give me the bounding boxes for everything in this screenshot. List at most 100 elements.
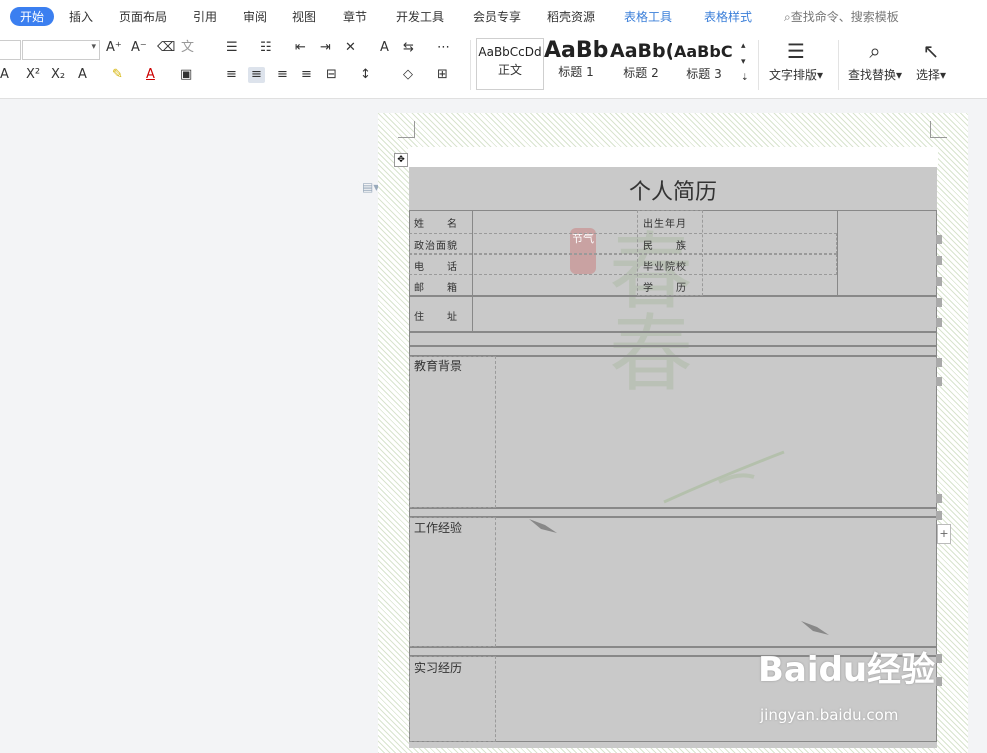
highlight-icon[interactable]: ✎ (112, 67, 123, 83)
section-title-work: 工作经验 (414, 521, 463, 535)
label-email: 邮 箱 (414, 283, 458, 294)
chinese-layout-icon[interactable]: ✕ (345, 40, 356, 56)
find-replace-button[interactable]: ⌕ 查找替换▾ (848, 36, 902, 83)
bullet-list-icon[interactable]: ☰ (226, 40, 238, 56)
char-border-icon[interactable]: ▣ (180, 67, 192, 83)
page-corner-mark (398, 121, 415, 138)
label-birth: 出生年月 (643, 219, 687, 230)
label-school: 毕业院校 (643, 262, 687, 273)
row-marker (936, 256, 942, 265)
section-label-cell (409, 517, 496, 647)
row-marker (936, 358, 942, 367)
shading-icon[interactable]: ◇ (403, 67, 413, 83)
label-address: 住 址 (414, 312, 458, 323)
text-outline-icon[interactable]: A (78, 67, 87, 83)
font-size-select[interactable]: ▾ (22, 40, 100, 60)
magnifier-icon: ⌕ (869, 39, 881, 63)
row-marker (936, 318, 942, 327)
label-phone: 电 话 (414, 262, 458, 273)
tab-review[interactable]: 审阅 (243, 8, 267, 25)
divider (758, 40, 759, 90)
table-move-handle-icon[interactable]: ✥ (394, 153, 408, 167)
style-heading-3[interactable]: AaBbC( 标题 3 (674, 38, 734, 88)
subscript-icon[interactable]: X₂ (51, 67, 65, 83)
align-left-icon[interactable]: ≡ (226, 67, 237, 83)
style-sample: AaBbC( (674, 42, 734, 61)
text-layout-button[interactable]: ☰ 文字排版▾ (769, 36, 823, 83)
label-name: 姓 名 (414, 219, 458, 230)
style-scroll-icon[interactable]: ▴ ▾ ⇣ (741, 38, 749, 86)
label-politics: 政治面貌 (414, 241, 458, 252)
section-title-education: 教育背景 (414, 359, 463, 373)
tab-developer[interactable]: 开发工具 (396, 8, 444, 25)
chevron-down-icon: ▾ (91, 42, 96, 52)
style-caption: 标题 2 (623, 66, 659, 80)
select-button[interactable]: ↖ 选择▾ (916, 36, 946, 83)
tab-table-tools[interactable]: 表格工具 (624, 8, 672, 25)
menu-bar: 开始 插入 页面布局 引用 审阅 视图 章节 开发工具 会员专享 稻壳资源 表格… (0, 0, 987, 32)
row-marker (936, 494, 942, 503)
style-sample: AaBb (544, 38, 608, 63)
add-column-icon[interactable]: + (937, 524, 951, 544)
style-heading-2[interactable]: AaBb( 标题 2 (610, 38, 672, 88)
label-ethnicity: 民 族 (643, 241, 687, 252)
tab-resources[interactable]: 稻壳资源 (547, 8, 595, 25)
divider (838, 40, 839, 90)
row-marker (936, 277, 942, 286)
row-marker (936, 511, 942, 520)
cursor-icon: ↖ (922, 39, 940, 63)
style-sample: AaBb( (610, 40, 672, 62)
line-spacing-icon[interactable]: ↕ (360, 67, 371, 83)
spacer-row (409, 346, 937, 356)
clear-format-icon[interactable]: ⌫ (157, 40, 175, 56)
font-name-select[interactable] (0, 40, 21, 60)
tab-references[interactable]: 引用 (193, 8, 217, 25)
tab-chapter[interactable]: 章节 (343, 8, 367, 25)
photo-cell[interactable] (837, 210, 937, 296)
numbered-list-icon[interactable]: ☷ (260, 40, 272, 56)
address-row[interactable] (409, 296, 937, 332)
ribbon: ▾ A⁺ A⁻ ⌫ 文 A X² X₂ A ✎ A ▣ ☰ ☷ ⇤ ⇥ ✕ A … (0, 32, 987, 99)
increase-indent-icon[interactable]: ⇥ (320, 40, 331, 56)
font-color-icon[interactable]: A (146, 67, 155, 83)
row-divider (409, 254, 837, 275)
command-search[interactable]: ⌕查找命令、搜索模板 (784, 8, 899, 25)
tab-page-layout[interactable]: 页面布局 (119, 8, 167, 25)
style-normal[interactable]: AaBbCcDd 正文 (476, 38, 544, 90)
style-heading-1[interactable]: AaBb 标题 1 (544, 38, 608, 88)
page-corner-mark (930, 121, 947, 138)
divider (470, 40, 471, 90)
decrease-indent-icon[interactable]: ⇤ (295, 40, 306, 56)
align-center-icon[interactable]: ≡ (248, 67, 265, 83)
watermark-url: jingyan.baidu.com (760, 706, 899, 724)
align-right-icon[interactable]: ≡ (277, 67, 288, 83)
style-caption: 正文 (497, 63, 522, 77)
phonetic-icon[interactable]: 文 (181, 40, 194, 56)
text-effect-icon[interactable]: A (0, 67, 9, 83)
text-direction-icon[interactable]: A (380, 40, 389, 56)
tab-home[interactable]: 开始 (10, 7, 55, 26)
row-marker (936, 677, 942, 686)
document-icon[interactable]: ▤▾ (362, 180, 379, 194)
show-marks-icon[interactable]: ⋯ (437, 40, 450, 56)
distribute-icon[interactable]: ⊟ (326, 67, 337, 83)
spacer-row (409, 508, 937, 517)
row-marker (936, 377, 942, 386)
tab-table-style[interactable]: 表格样式 (704, 8, 752, 25)
row-marker (936, 235, 942, 244)
text-layout-icon: ☰ (787, 39, 805, 63)
row-divider (409, 233, 837, 254)
justify-icon[interactable]: ≡ (301, 67, 312, 83)
superscript-icon[interactable]: X² (26, 67, 40, 83)
style-caption: 标题 1 (558, 65, 594, 79)
resume-title[interactable]: 个人简历 (409, 174, 937, 206)
section-label-cell (409, 356, 496, 508)
decrease-font-icon[interactable]: A⁻ (131, 40, 147, 56)
increase-font-icon[interactable]: A⁺ (106, 40, 122, 56)
tab-view[interactable]: 视图 (292, 8, 316, 25)
borders-icon[interactable]: ⊞ (437, 67, 448, 83)
header-area[interactable] (408, 147, 938, 167)
sort-icon[interactable]: ⇆ (403, 40, 414, 56)
tab-member[interactable]: 会员专享 (473, 8, 521, 25)
tab-insert[interactable]: 插入 (69, 8, 93, 25)
